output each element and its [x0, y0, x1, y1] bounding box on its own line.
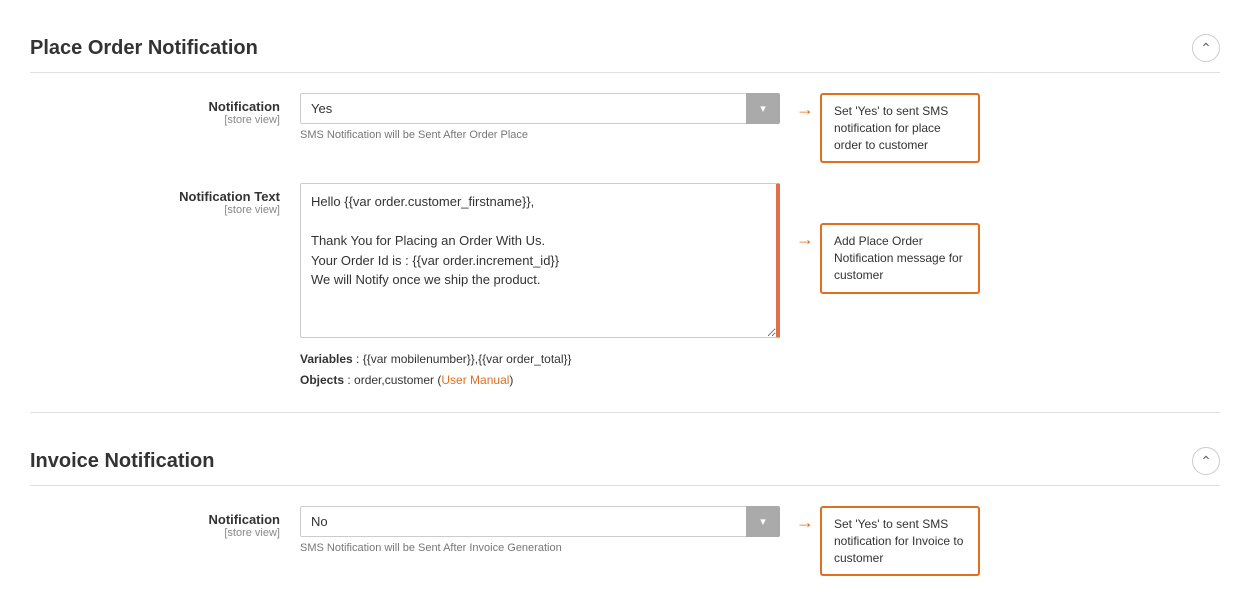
invoice-section: Invoice Notification ⌃ Notification [sto… — [30, 433, 1220, 576]
variables-line: Variables : {{var mobilenumber}},{{var o… — [300, 349, 780, 371]
notification-select-1[interactable]: Yes No — [300, 93, 780, 124]
invoice-title: Invoice Notification — [30, 450, 214, 473]
annotation-group-1: → Set 'Yes' to sent SMS notification for… — [796, 93, 980, 163]
invoice-header: Invoice Notification ⌃ — [30, 433, 1220, 486]
notification-label-1: Notification — [60, 99, 280, 114]
section-divider — [30, 412, 1220, 413]
notification-sublabel-2: [store view] — [60, 527, 280, 539]
arrow-icon-2: → — [796, 229, 814, 250]
arrow-icon-1: → — [796, 99, 814, 120]
invoice-collapse-button[interactable]: ⌃ — [1192, 447, 1220, 475]
place-order-title: Place Order Notification — [30, 37, 258, 60]
notification-select-2[interactable]: Yes No — [300, 506, 780, 537]
notification-text-sublabel: [store view] — [60, 204, 280, 216]
notification-label-group-2: Notification [store view] — [60, 506, 300, 539]
annotation-group-3: → Set 'Yes' to sent SMS notification for… — [796, 506, 980, 576]
place-order-collapse-button[interactable]: ⌃ — [1192, 34, 1220, 62]
invoice-collapse-icon: ⌃ — [1200, 453, 1212, 470]
notification-label-2: Notification — [60, 512, 280, 527]
arrow-icon-3: → — [796, 512, 814, 533]
page-container: Place Order Notification ⌃ Notification … — [0, 0, 1250, 616]
notification-text-field-group: Hello {{var order.customer_firstname}}, … — [300, 183, 780, 392]
place-order-header: Place Order Notification ⌃ — [30, 20, 1220, 73]
notification-label-group-1: Notification [store view] — [60, 93, 300, 126]
notification-hint-2: SMS Notification will be Sent After Invo… — [300, 542, 780, 554]
notification-field-group-2: Yes No ▾ SMS Notification will be Sent A… — [300, 506, 780, 554]
notification-text-label-group: Notification Text [store view] — [60, 183, 300, 216]
notification-select-wrapper-1: Yes No ▾ — [300, 93, 780, 124]
notification-row-2: Notification [store view] Yes No ▾ SMS N… — [30, 506, 1220, 576]
objects-line: Objects : order,customer (User Manual) — [300, 370, 780, 392]
notification-hint-1: SMS Notification will be Sent After Orde… — [300, 129, 780, 141]
notification-textarea[interactable]: Hello {{var order.customer_firstname}}, … — [300, 183, 780, 338]
annotation-box-1: Set 'Yes' to sent SMS notification for p… — [820, 93, 980, 163]
notification-select-wrapper-2: Yes No ▾ — [300, 506, 780, 537]
notification-sublabel-1: [store view] — [60, 114, 280, 126]
annotation-box-2: Add Place Order Notification message for… — [820, 223, 980, 293]
notification-row-1: Notification [store view] Yes No ▾ SMS N… — [30, 93, 1220, 163]
user-manual-link[interactable]: User Manual — [441, 373, 509, 387]
variables-info: Variables : {{var mobilenumber}},{{var o… — [300, 349, 780, 392]
objects-label: Objects — [300, 373, 344, 387]
annotation-group-2: → Add Place Order Notification message f… — [796, 223, 980, 293]
annotation-box-3: Set 'Yes' to sent SMS notification for I… — [820, 506, 980, 576]
variables-label: Variables — [300, 352, 353, 366]
notification-field-group-1: Yes No ▾ SMS Notification will be Sent A… — [300, 93, 780, 141]
notification-text-label: Notification Text — [60, 189, 280, 204]
place-order-section: Place Order Notification ⌃ Notification … — [30, 20, 1220, 392]
notification-text-row: Notification Text [store view] Hello {{v… — [30, 183, 1220, 392]
collapse-icon-chevron: ⌃ — [1200, 40, 1212, 57]
